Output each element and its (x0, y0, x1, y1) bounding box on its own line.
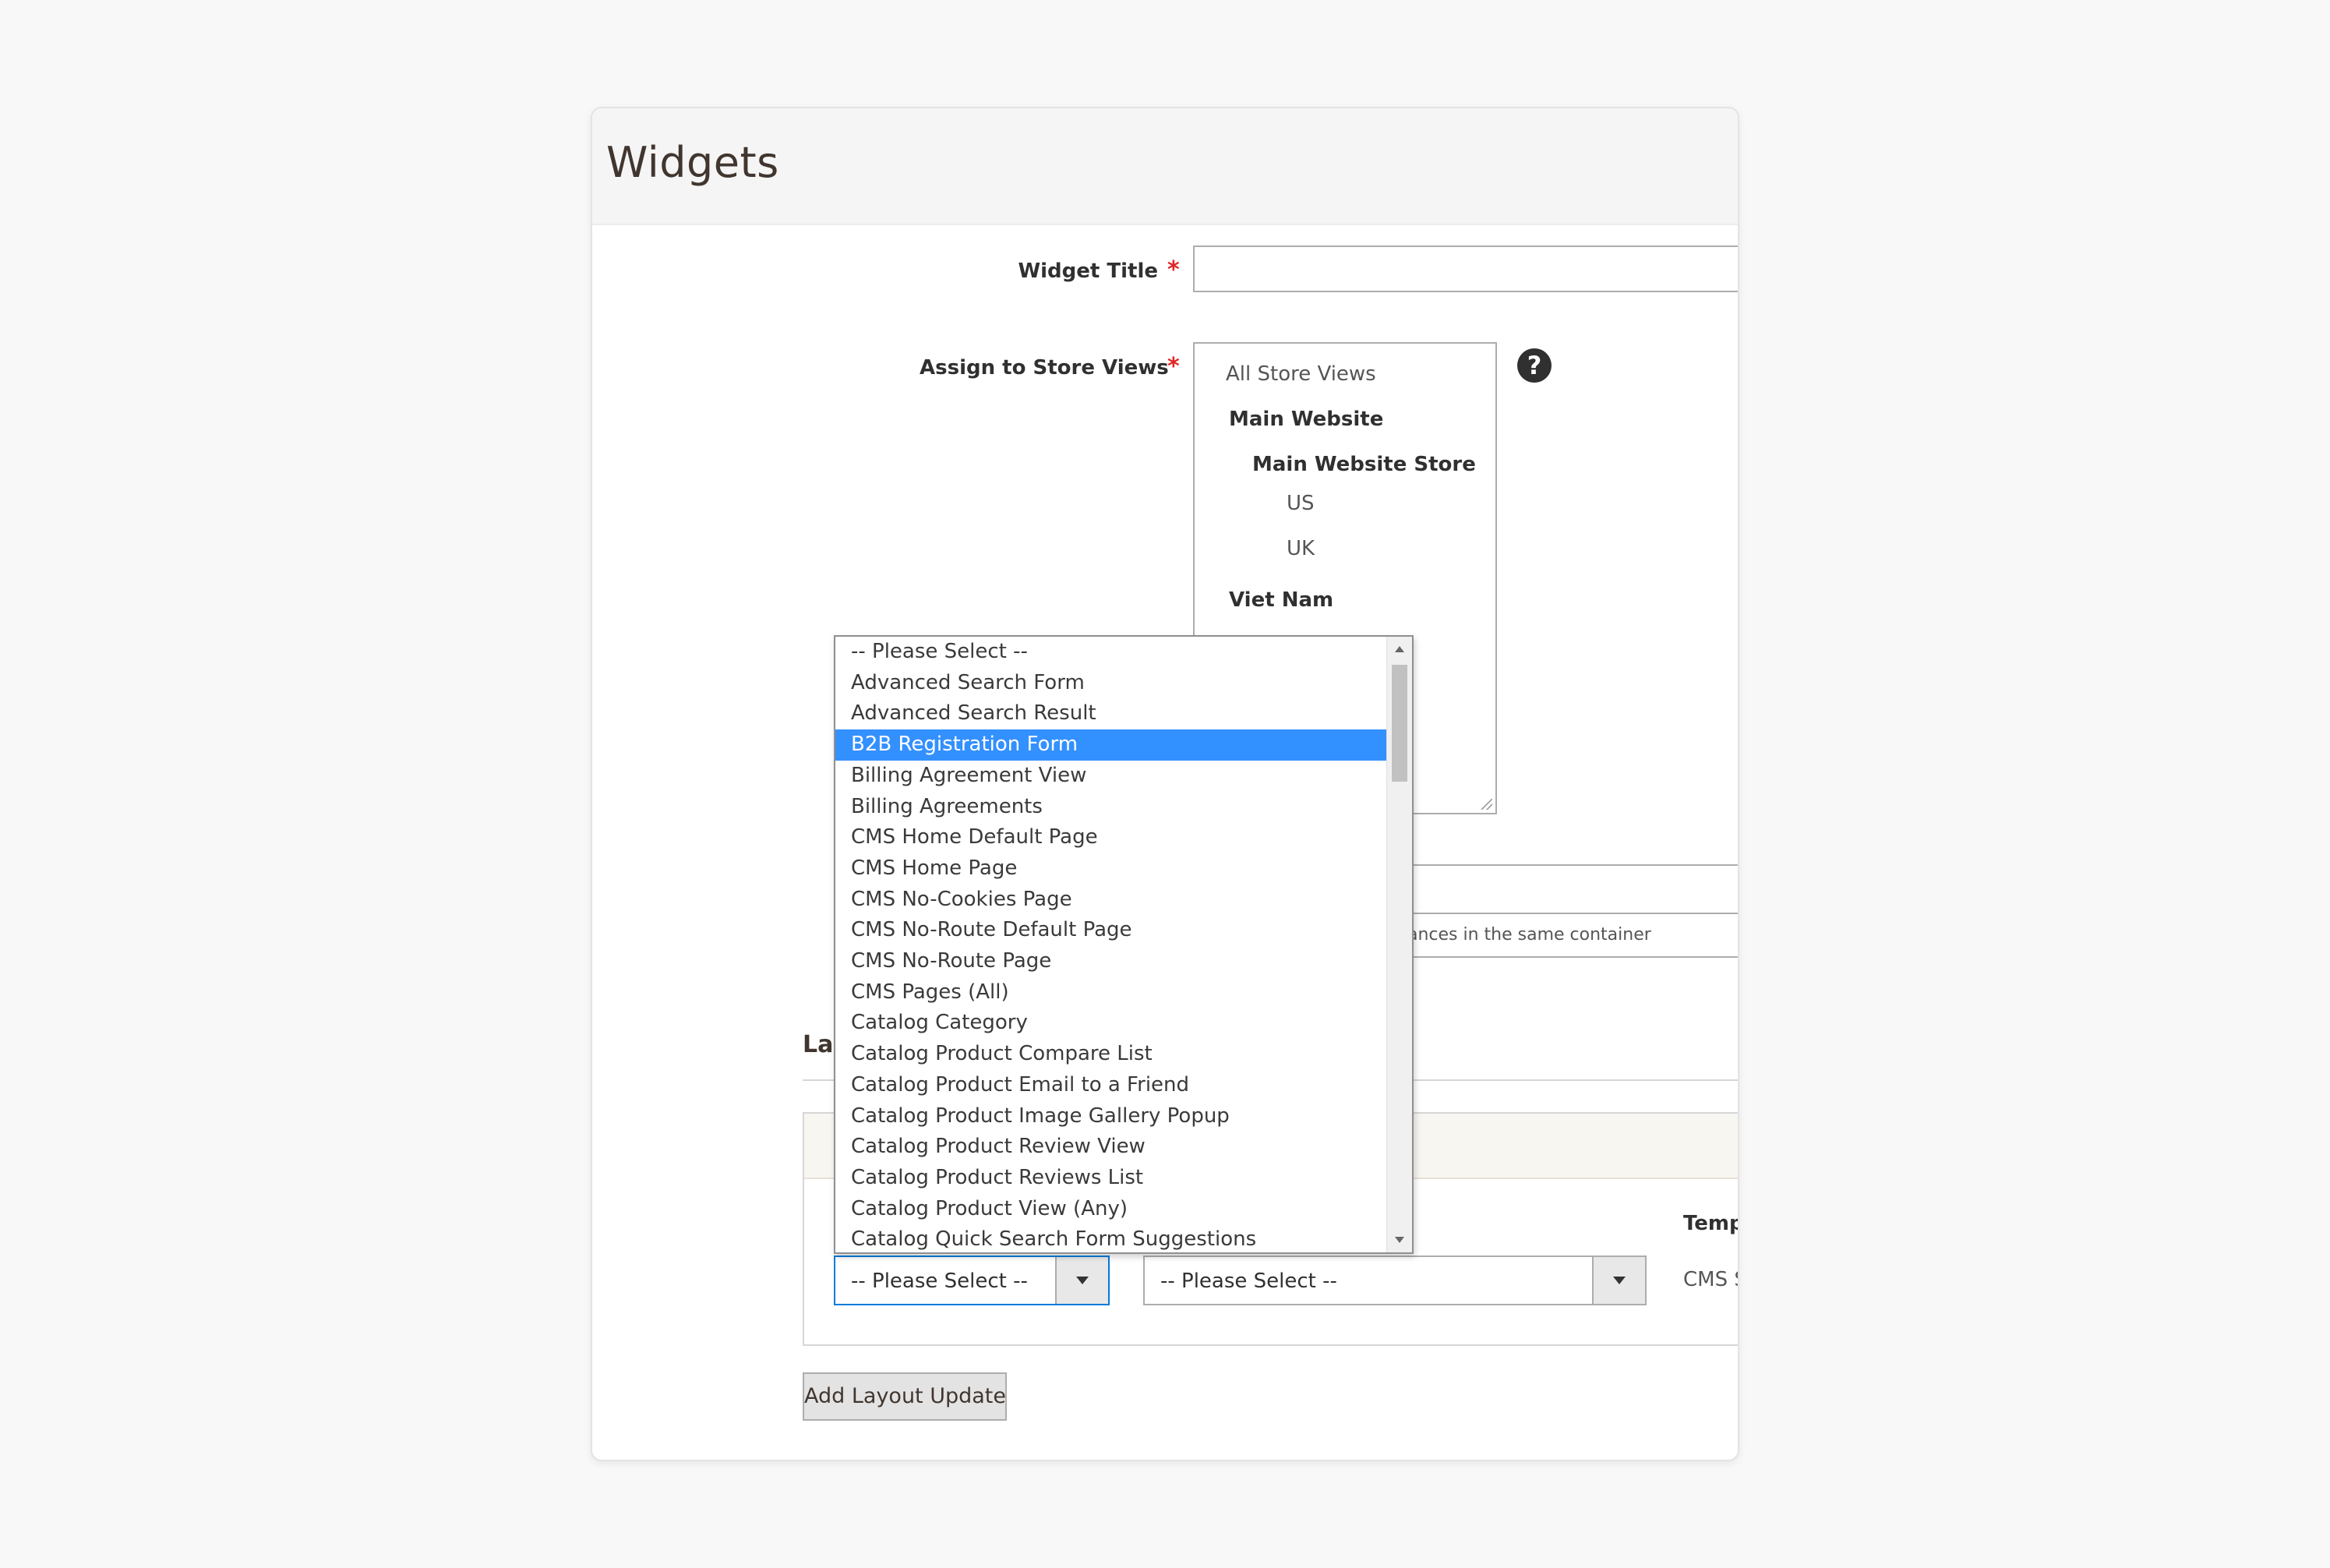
template-value: CMS S (1683, 1268, 1738, 1291)
store-view-option[interactable]: Main Website Store (1252, 453, 1476, 476)
add-layout-update-button[interactable]: Add Layout Update (803, 1372, 1007, 1421)
store-view-option[interactable]: Main Website (1229, 408, 1383, 431)
dropdown-option[interactable]: Catalog Quick Search Form Suggestions (835, 1224, 1387, 1252)
dropdown-option[interactable]: CMS Pages (All) (835, 977, 1387, 1008)
dropdown-option[interactable]: CMS Home Page (835, 853, 1387, 885)
dropdown-option[interactable]: Catalog Product Email to a Friend (835, 1070, 1387, 1101)
container-select-value: -- Please Select -- (1160, 1270, 1337, 1293)
display-on-select[interactable]: -- Please Select -- (834, 1255, 1110, 1305)
dropdown-option[interactable]: Catalog Product Compare List (835, 1039, 1387, 1070)
page-header: Widgets (592, 108, 1738, 225)
dropdown-option[interactable]: CMS No-Cookies Page (835, 885, 1387, 916)
store-views-required-mark: * (1167, 353, 1180, 380)
resize-grip-icon[interactable] (1481, 799, 1492, 810)
display-on-dropdown-list[interactable]: -- Please Select -- Advanced Search Form A… (834, 635, 1414, 1254)
sort-order-input[interactable] (1387, 864, 1738, 914)
dropdown-option[interactable]: Catalog Product View (Any) (835, 1194, 1387, 1225)
store-view-option[interactable]: All Store Views (1226, 362, 1376, 386)
widget-title-input[interactable] (1193, 245, 1738, 292)
dropdown-option[interactable]: B2B Registration Form (835, 729, 1387, 761)
dropdown-option[interactable]: CMS Home Default Page (835, 822, 1387, 853)
dropdown-option[interactable]: CMS No-Route Page (835, 946, 1387, 977)
question-circle-icon[interactable]: ? (1517, 348, 1552, 383)
display-on-select-value: -- Please Select -- (851, 1270, 1028, 1293)
dropdown-option[interactable]: Catalog Product Image Gallery Popup (835, 1101, 1387, 1132)
layout-updates-title: La (803, 1031, 834, 1058)
dropdown-option[interactable]: -- Please Select -- (835, 637, 1387, 668)
dropdown-option[interactable]: Catalog Product Reviews List (835, 1163, 1387, 1194)
dropdown-option[interactable]: CMS No-Route Default Page (835, 915, 1387, 946)
chevron-down-icon (1076, 1277, 1089, 1284)
stage: Widgets Widget Title * Assign to Store V… (0, 0, 2330, 1568)
dropdown-option[interactable]: Advanced Search Result (835, 698, 1387, 729)
widget-title-required-mark: * (1167, 256, 1180, 284)
dropdown-option[interactable]: Billing Agreements (835, 792, 1387, 823)
display-on-select-toggle[interactable] (1055, 1257, 1108, 1304)
store-view-option[interactable]: UK (1287, 537, 1315, 560)
chevron-down-icon (1613, 1277, 1626, 1284)
page-title: Widgets (606, 138, 779, 187)
dropdown-option[interactable]: Catalog Product Review View (835, 1132, 1387, 1163)
container-select-toggle[interactable] (1592, 1257, 1645, 1304)
template-label: Temp (1683, 1212, 1739, 1235)
widget-title-label: Widget Title (1018, 260, 1158, 283)
scroll-down-arrow-icon[interactable] (1395, 1237, 1404, 1243)
dropdown-option[interactable]: Advanced Search Form (835, 668, 1387, 699)
store-view-option[interactable]: US (1287, 492, 1315, 515)
store-view-option[interactable]: Viet Nam (1229, 588, 1333, 612)
scrollbar-thumb[interactable] (1392, 665, 1407, 782)
container-select[interactable]: -- Please Select -- (1143, 1255, 1647, 1305)
sort-order-note: ances in the same container (1407, 925, 1651, 945)
dropdown-scrollbar[interactable] (1386, 637, 1412, 1252)
dropdown-option[interactable]: Catalog Category (835, 1008, 1387, 1039)
store-views-label: Assign to Store Views (920, 356, 1169, 380)
scroll-up-arrow-icon[interactable] (1395, 646, 1404, 652)
dropdown-option[interactable]: Billing Agreement View (835, 761, 1387, 792)
